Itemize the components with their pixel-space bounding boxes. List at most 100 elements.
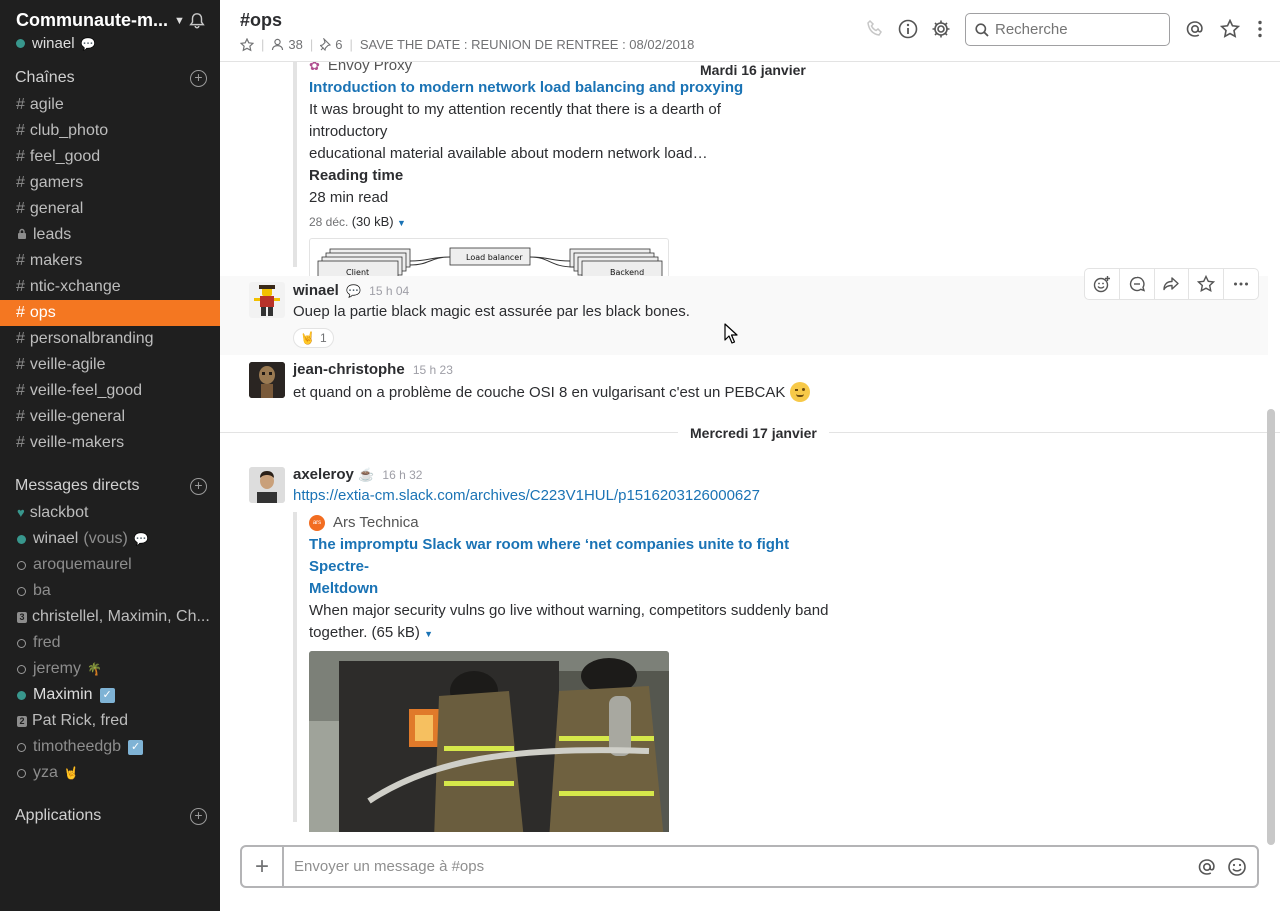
message-jean-christophe[interactable]: jean-christophe 15 h 23 et quand on a pr… xyxy=(220,355,1268,405)
dm-section-title[interactable]: Messages directs + xyxy=(15,477,207,495)
dm-item-fred[interactable]: fred xyxy=(0,630,220,656)
message-header: axeleroy ☕ 16 h 32 xyxy=(293,466,422,483)
message-input[interactable]: Envoyer un message à #ops xyxy=(284,858,1197,875)
share-message-button[interactable] xyxy=(1155,269,1190,299)
team-header[interactable]: Communaute-m... ▼ winael 💬 xyxy=(16,10,206,52)
attachment-image[interactable] xyxy=(309,651,669,832)
pinned-count[interactable]: 6 xyxy=(335,37,342,52)
caret-down-icon[interactable]: ▼ xyxy=(424,629,433,639)
dm-item-slackbot[interactable]: ♥ slackbot xyxy=(0,500,220,526)
presence-away-icon xyxy=(17,664,26,674)
sidebar-item-general[interactable]: # general xyxy=(0,196,220,222)
attachment-text: When major security vulns go live withou… xyxy=(309,602,829,619)
dm-item-group-patrick[interactable]: 2 Pat Rick, fred xyxy=(0,708,220,734)
message-pane: Mardi 16 janvier ✿ Envoy Proxy Introduct… xyxy=(220,62,1280,832)
author-name[interactable]: axeleroy xyxy=(293,466,354,483)
sidebar-item-gamers[interactable]: # gamers xyxy=(0,170,220,196)
bell-icon[interactable] xyxy=(188,12,206,30)
add-channel-icon[interactable]: + xyxy=(190,70,207,87)
sidebar-item-veille-general[interactable]: # veille-general xyxy=(0,404,220,430)
attachment-title-link[interactable]: The impromptu Slack war room where ‘net … xyxy=(309,534,853,578)
avatar[interactable] xyxy=(249,362,285,398)
apps-section-title[interactable]: Applications + xyxy=(15,807,207,825)
dm-item-winael[interactable]: winael (vous) 💬 xyxy=(0,526,220,552)
reaction-pill[interactable]: 🤘 1 xyxy=(293,328,334,348)
more-actions-button[interactable] xyxy=(1224,269,1258,299)
channels-section-title[interactable]: Chaînes + xyxy=(15,69,207,87)
timestamp[interactable]: 16 h 32 xyxy=(382,468,422,482)
dm-item-jeremy[interactable]: jeremy 🌴 xyxy=(0,656,220,682)
sidebar-item-label: veille-feel_good xyxy=(29,382,142,399)
sidebar-item-veille-feel_good[interactable]: # veille-feel_good xyxy=(0,378,220,404)
sidebar-item-veille-makers[interactable]: # veille-makers xyxy=(0,430,220,456)
palm-tree-icon: 🌴 xyxy=(87,662,102,676)
pin-icon[interactable] xyxy=(320,38,332,51)
dm-item-ba[interactable]: ba xyxy=(0,578,220,604)
dm-item-maximin[interactable]: Maximin ✓ xyxy=(0,682,220,708)
sidebar-item-ops[interactable]: # ops xyxy=(0,300,220,326)
attachment-title-link[interactable]: Meltdown xyxy=(309,578,853,600)
dm-item-yza[interactable]: yza 🤘 xyxy=(0,760,220,786)
author-name[interactable]: jean-christophe xyxy=(293,361,405,378)
emoji-icon[interactable] xyxy=(1227,857,1247,877)
timestamp[interactable]: 15 h 04 xyxy=(369,284,409,298)
message-header: winael 💬 15 h 04 xyxy=(293,282,409,299)
sidebar-item-agile[interactable]: # agile xyxy=(0,92,220,118)
info-icon[interactable] xyxy=(898,19,918,39)
dm-item-timotheedgb[interactable]: timotheedgb ✓ xyxy=(0,734,220,760)
author-name[interactable]: winael xyxy=(293,282,339,299)
scrollbar[interactable] xyxy=(1267,409,1275,845)
search-input[interactable] xyxy=(995,21,1155,38)
sidebar-item-ntic-xchange[interactable]: # ntic-xchange xyxy=(0,274,220,300)
message-axeleroy[interactable]: axeleroy ☕ 16 h 32 https://extia-cm.slac… xyxy=(220,460,1268,832)
mouse-cursor-icon xyxy=(724,323,738,344)
dm-label: ba xyxy=(33,582,51,599)
current-user[interactable]: winael 💬 xyxy=(16,35,206,52)
share-arrow-icon xyxy=(1163,277,1180,291)
start-thread-button[interactable] xyxy=(1120,269,1155,299)
dm-item-aroquemaurel[interactable]: aroquemaurel xyxy=(0,552,220,578)
attachment-text: together. (65 kB) xyxy=(309,624,420,641)
avatar[interactable] xyxy=(249,467,285,503)
add-app-icon[interactable]: + xyxy=(190,808,207,825)
presence-active-icon xyxy=(17,534,26,544)
service-name: Ars Technica xyxy=(333,514,419,531)
attachment-title-link[interactable]: Introduction to modern network load bala… xyxy=(309,77,793,99)
more-vertical-icon[interactable] xyxy=(1250,19,1270,39)
message-composer[interactable]: + Envoyer un message à #ops xyxy=(240,845,1259,888)
phone-icon[interactable] xyxy=(865,19,885,39)
channel-topic[interactable]: SAVE THE DATE : REUNION DE RENTREE : 08/… xyxy=(360,37,695,52)
member-count[interactable]: 38 xyxy=(288,37,302,52)
presence-away-icon xyxy=(17,768,26,778)
gear-icon[interactable] xyxy=(931,19,951,39)
sidebar-item-leads[interactable]: leads xyxy=(0,222,220,248)
dm-item-group-christellel[interactable]: 3 christellel, Maximin, Ch... xyxy=(0,604,220,630)
members-icon[interactable] xyxy=(271,38,284,51)
message-link[interactable]: https://extia-cm.slack.com/archives/C223… xyxy=(293,487,760,504)
avatar[interactable] xyxy=(249,282,285,318)
star-message-button[interactable] xyxy=(1189,269,1225,299)
sidebar-item-veille-agile[interactable]: # veille-agile xyxy=(0,352,220,378)
search-box[interactable] xyxy=(965,13,1170,46)
mention-icon[interactable] xyxy=(1197,857,1217,877)
star-icon[interactable] xyxy=(240,37,254,52)
sidebar-item-makers[interactable]: # makers xyxy=(0,248,220,274)
attachment-text: educational material available about mod… xyxy=(309,145,708,162)
caret-down-icon[interactable]: ▼ xyxy=(397,218,406,228)
timestamp[interactable]: 15 h 23 xyxy=(413,363,453,377)
sidebar: Communaute-m... ▼ winael 💬 Chaînes + # ag… xyxy=(0,0,220,911)
hash-icon: # xyxy=(16,148,25,165)
sidebar-item-feel_good[interactable]: # feel_good xyxy=(0,144,220,170)
starred-items-icon[interactable] xyxy=(1220,19,1240,39)
sidebar-item-club_photo[interactable]: # club_photo xyxy=(0,118,220,144)
attach-file-button[interactable]: + xyxy=(242,847,284,886)
hash-icon: # xyxy=(16,278,25,295)
add-reaction-button[interactable] xyxy=(1085,269,1120,299)
mentions-icon[interactable] xyxy=(1185,19,1205,39)
presence-active-icon xyxy=(16,39,25,48)
add-dm-icon[interactable]: + xyxy=(190,478,207,495)
sidebar-item-label: feel_good xyxy=(29,148,101,165)
channel-title: #ops xyxy=(240,10,283,30)
team-name[interactable]: Communaute-m... ▼ xyxy=(16,10,206,31)
sidebar-item-personalbranding[interactable]: # personalbranding xyxy=(0,326,220,352)
